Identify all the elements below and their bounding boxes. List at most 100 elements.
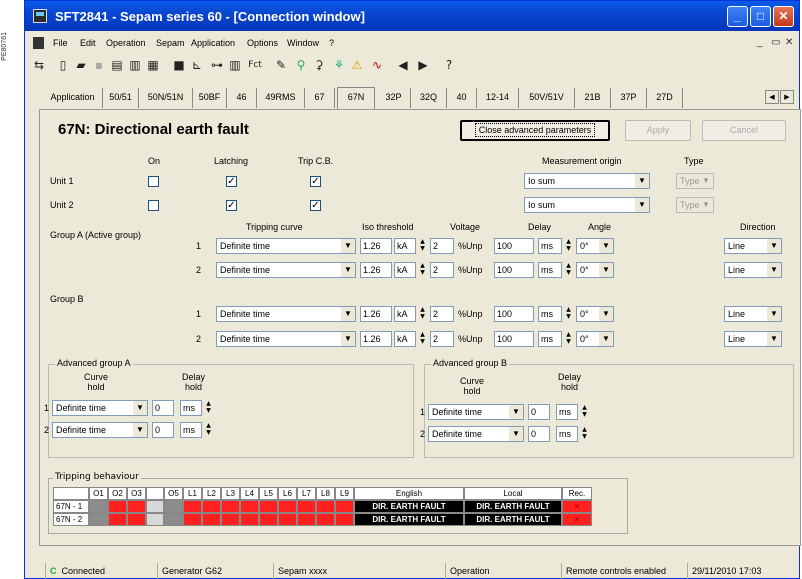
trip-cell[interactable] — [297, 513, 316, 526]
adv-delay-unit[interactable]: ms — [180, 422, 202, 438]
adv-delay-field[interactable]: 0 — [528, 426, 550, 442]
voltage-field[interactable]: 2 — [430, 262, 454, 278]
trip-cell[interactable] — [164, 500, 183, 513]
trip-cell[interactable] — [183, 500, 202, 513]
unit2-on-checkbox[interactable] — [148, 200, 159, 211]
unit2-measurement-select[interactable]: Io sum ▼ — [524, 197, 650, 213]
waveform-icon[interactable]: ∿ — [369, 57, 385, 73]
menu-window[interactable]: Window — [287, 38, 319, 48]
unit2-tripcb-checkbox[interactable]: ✓ — [310, 200, 321, 211]
new-icon[interactable]: ▯ — [55, 57, 71, 73]
adv-delay-unit[interactable]: ms — [180, 400, 202, 416]
angle-select[interactable]: 0° ▼ — [576, 306, 614, 322]
print-setup-icon[interactable]: ▦ — [145, 57, 161, 73]
trip-cell[interactable] — [240, 500, 259, 513]
unit1-on-checkbox[interactable] — [148, 176, 159, 187]
trip-cell[interactable] — [127, 513, 146, 526]
menu-sepam[interactable]: Sepam — [156, 38, 185, 48]
trip-cell[interactable] — [316, 513, 335, 526]
voltage-field[interactable]: 2 — [430, 238, 454, 254]
unit2-latching-checkbox[interactable]: ✓ — [226, 200, 237, 211]
trip-cell[interactable] — [297, 500, 316, 513]
maximize-button[interactable]: □ — [750, 6, 771, 27]
direction-select[interactable]: Line ▼ — [724, 262, 782, 278]
trip-cell[interactable] — [259, 513, 278, 526]
iso-spinner[interactable]: ▲ ▼ — [418, 306, 427, 322]
adv-delay-field[interactable]: 0 — [528, 404, 550, 420]
direction-select[interactable]: Line ▼ — [724, 238, 782, 254]
tree-icon[interactable]: ⚲ — [293, 57, 309, 73]
trip-cell[interactable] — [127, 500, 146, 513]
tab-scroll-right-icon[interactable]: ▶ — [780, 90, 794, 104]
iso-unit[interactable]: kA — [394, 306, 416, 322]
tab-32q[interactable]: 32Q — [411, 88, 447, 108]
trip-cell[interactable] — [221, 500, 240, 513]
fct-button[interactable]: Fct — [245, 57, 265, 73]
delay-spinner[interactable]: ▲ ▼ — [564, 262, 573, 278]
mdi-close-icon[interactable]: ✕ — [785, 37, 793, 48]
iso-field[interactable]: 1.26 — [360, 306, 392, 322]
delay-unit[interactable]: ms — [538, 238, 562, 254]
trip-cell[interactable] — [240, 513, 259, 526]
cancel-button[interactable]: Cancel — [702, 120, 786, 141]
adv-curve-select[interactable]: Definite time ▼ — [52, 422, 148, 438]
tab-50-51[interactable]: 50/51 — [103, 88, 139, 108]
rec-cell[interactable]: ✕ — [562, 513, 592, 526]
tab-50v-51v[interactable]: 50V/51V — [519, 88, 575, 108]
trip-cell[interactable] — [89, 513, 108, 526]
trip-cell[interactable] — [202, 513, 221, 526]
unit1-type-select[interactable]: Type2 ▼ — [676, 173, 714, 189]
adv-curve-select[interactable]: Definite time ▼ — [52, 400, 148, 416]
adv-delay-spinner[interactable]: ▲ ▼ — [580, 404, 589, 420]
adv-curve-select[interactable]: Definite time ▼ — [428, 426, 524, 442]
tab-67[interactable]: 67 — [305, 88, 335, 108]
event-icon[interactable]: ⚘ — [331, 57, 347, 73]
trip-cell[interactable] — [335, 500, 354, 513]
help-icon[interactable]: ? — [441, 57, 457, 73]
iso-spinner[interactable]: ▲ ▼ — [418, 331, 427, 347]
iso-unit[interactable]: kA — [394, 262, 416, 278]
iso-spinner[interactable]: ▲ ▼ — [418, 262, 427, 278]
unit1-tripcb-checkbox[interactable]: ✓ — [310, 176, 321, 187]
close-advanced-button[interactable]: Close advanced parameters — [460, 120, 610, 141]
iso-field[interactable]: 1.26 — [360, 331, 392, 347]
trip-cell[interactable] — [164, 513, 183, 526]
tab-12-14[interactable]: 12-14 — [477, 88, 519, 108]
adv-delay-spinner[interactable]: ▲ ▼ — [580, 426, 589, 442]
iso-unit[interactable]: kA — [394, 331, 416, 347]
adv-delay-unit[interactable]: ms — [556, 404, 578, 420]
minimize-button[interactable]: _ — [727, 6, 748, 27]
direction-select[interactable]: Line ▼ — [724, 331, 782, 347]
trip-cell[interactable] — [316, 500, 335, 513]
delay-field[interactable]: 100 — [494, 331, 534, 347]
logic-icon[interactable]: ⊶ — [209, 57, 225, 73]
voltage-field[interactable]: 2 — [430, 306, 454, 322]
voltage-field[interactable]: 2 — [430, 331, 454, 347]
angle-select[interactable]: 0° ▼ — [576, 238, 614, 254]
adv-delay-spinner[interactable]: ▲ ▼ — [204, 422, 213, 438]
delay-spinner[interactable]: ▲ ▼ — [564, 238, 573, 254]
close-button[interactable]: ✕ — [773, 6, 794, 27]
adv-curve-select[interactable]: Definite time ▼ — [428, 404, 524, 420]
disk-icon[interactable]: ■ — [171, 57, 187, 73]
menu-operation[interactable]: Operation — [106, 38, 146, 48]
menu-file[interactable]: File — [53, 38, 68, 48]
adv-delay-field[interactable]: 0 — [152, 422, 174, 438]
unit2-type-select[interactable]: Type2 ▼ — [676, 197, 714, 213]
adv-delay-unit[interactable]: ms — [556, 426, 578, 442]
curve-icon[interactable]: ⊾ — [189, 57, 205, 73]
save-icon[interactable]: ▪ — [91, 57, 107, 73]
tab-32p[interactable]: 32P — [377, 88, 411, 108]
trip-cell[interactable] — [259, 500, 278, 513]
iso-unit[interactable]: kA — [394, 238, 416, 254]
network-icon[interactable]: ⚳ — [311, 57, 327, 73]
trip-cell[interactable] — [108, 500, 127, 513]
curve-select[interactable]: Definite time ▼ — [216, 331, 356, 347]
tab-46[interactable]: 46 — [227, 88, 257, 108]
tab-50bf[interactable]: 50BF — [193, 88, 227, 108]
tab-27d[interactable]: 27D — [647, 88, 683, 108]
direction-select[interactable]: Line ▼ — [724, 306, 782, 322]
delay-spinner[interactable]: ▲ ▼ — [564, 331, 573, 347]
apply-button[interactable]: Apply — [625, 120, 691, 141]
curve-select[interactable]: Definite time ▼ — [216, 262, 356, 278]
